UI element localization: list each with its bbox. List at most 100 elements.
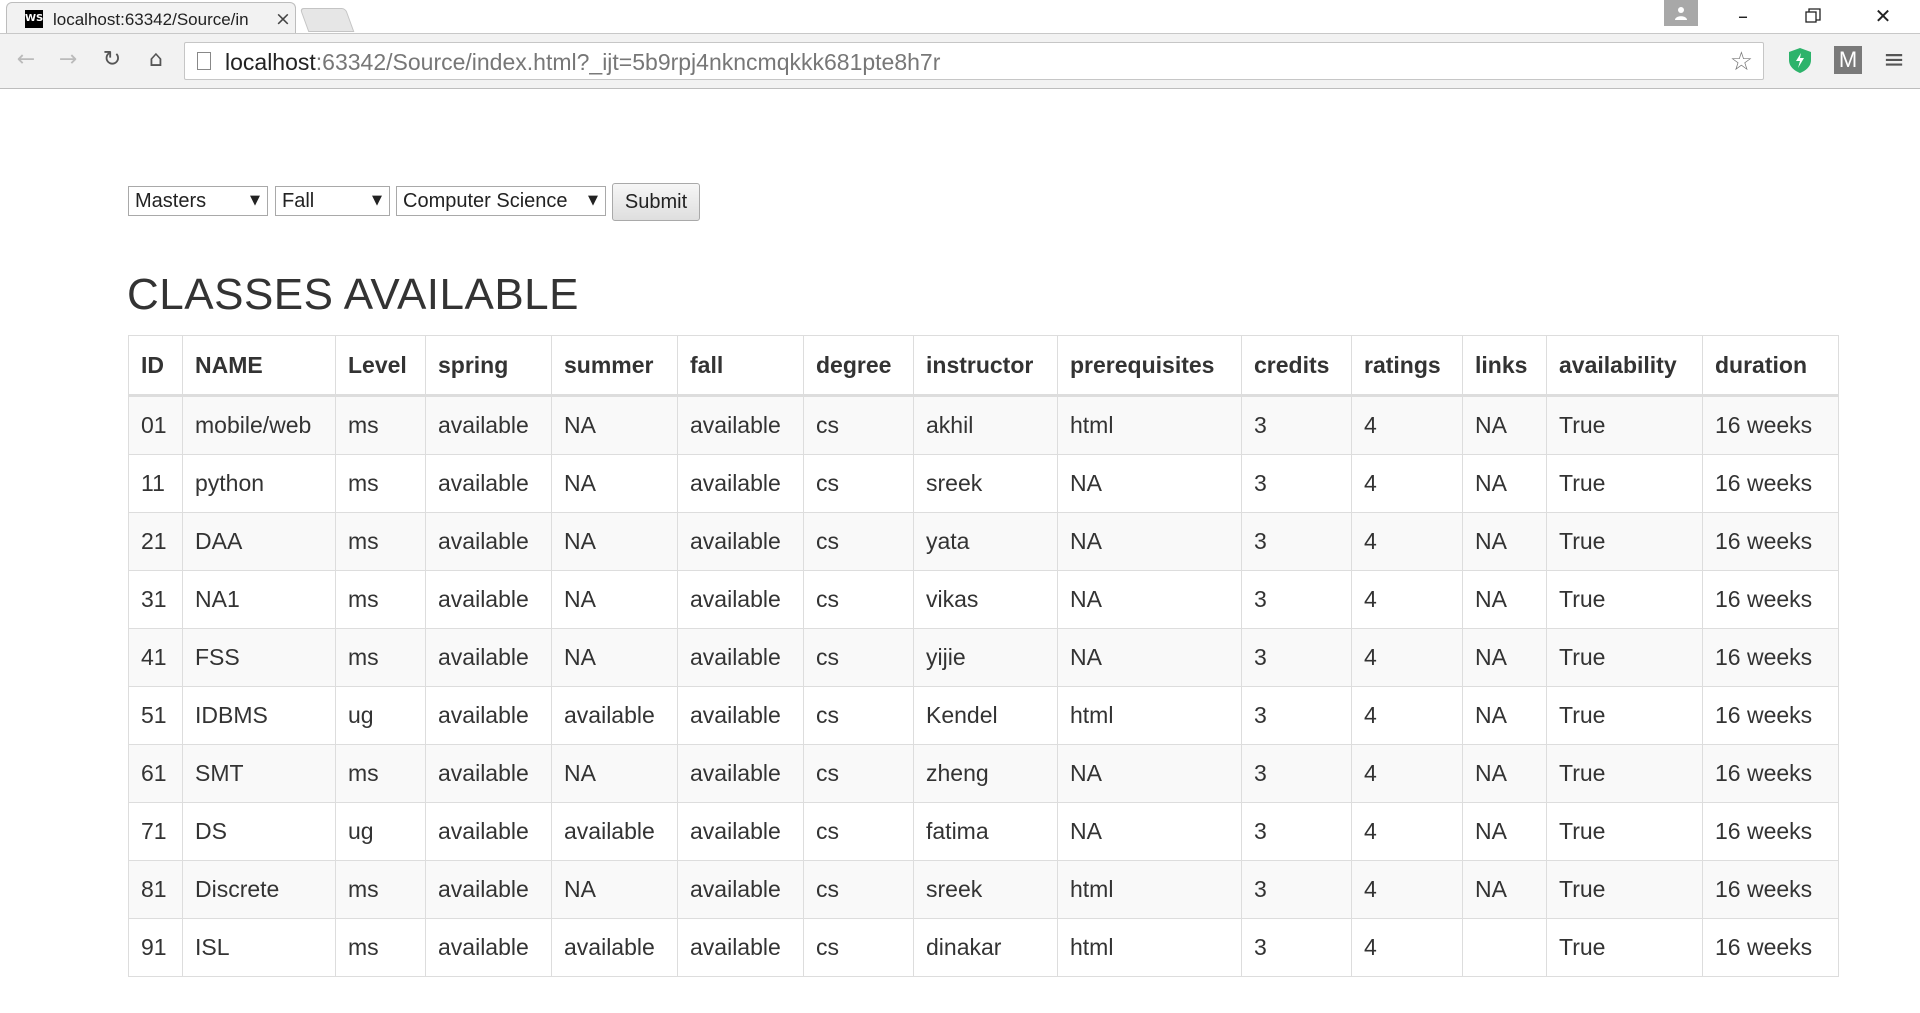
webstorm-favicon-icon: WS [25, 10, 43, 28]
chevron-down-icon: ▼ [588, 193, 598, 208]
home-icon[interactable]: ⌂ [140, 44, 172, 76]
table-cell-fall: available [677, 454, 804, 513]
tab-close-icon[interactable]: × [275, 8, 291, 30]
table-row: 11 python ms available NA available cs sreek NA 3… [128, 454, 1839, 513]
table-cell-fall: available [677, 512, 804, 571]
table-cell-name: IDBMS [182, 686, 336, 745]
table-cell-id: 01 [128, 395, 183, 455]
table-body: 01 mobile/web ms available NA available cs akhi… [128, 395, 1839, 977]
table-cell-summer: NA [551, 512, 678, 571]
table-cell-links [1462, 918, 1547, 977]
table-cell-availability: True [1546, 860, 1703, 919]
table-cell-credits: 3 [1241, 628, 1352, 687]
table-cell-degree: cs [803, 628, 914, 687]
table-row: 01 mobile/web ms available NA available cs akhi… [128, 395, 1839, 455]
restore-icon[interactable] [1790, 2, 1836, 30]
table-cell-fall: available [677, 395, 804, 455]
bookmark-star-icon[interactable]: ☆ [1730, 47, 1753, 77]
table-cell-credits: 3 [1241, 454, 1352, 513]
table-cell-id: 61 [128, 744, 183, 803]
table-cell-availability: True [1546, 395, 1703, 455]
close-window-icon[interactable]: ✕ [1860, 2, 1906, 30]
table-cell-duration: 16 weeks [1702, 570, 1839, 629]
table-cell-level: ug [335, 686, 426, 745]
table-cell-summer: NA [551, 395, 678, 455]
table-cell-links: NA [1462, 686, 1547, 745]
table-cell-prerequisites: html [1057, 918, 1242, 977]
table-cell-summer: NA [551, 860, 678, 919]
minimize-icon[interactable]: – [1720, 2, 1766, 30]
table-cell-duration: 16 weeks [1702, 512, 1839, 571]
table-cell-credits: 3 [1241, 802, 1352, 861]
table-row: 71 DS ug available available available cs fatim… [128, 802, 1839, 861]
table-cell-level: ms [335, 744, 426, 803]
tab-title: localhost:63342/Source/in [53, 10, 249, 29]
term-select[interactable]: Fall ▼ [275, 186, 390, 216]
table-row: 21 DAA ms available NA available cs yata NA 3 4 NA T… [128, 512, 1839, 571]
table-cell-ratings: 4 [1351, 454, 1463, 513]
submit-button[interactable]: Submit [612, 183, 700, 221]
table-cell-instructor: vikas [913, 570, 1058, 629]
chevron-down-icon: ▼ [250, 193, 260, 208]
table-cell-spring: available [425, 686, 552, 745]
reload-icon[interactable]: ↻ [96, 44, 128, 76]
department-select[interactable]: Computer Science ▼ [396, 186, 606, 216]
address-bar[interactable]: localhost:63342/Source/index.html?_ijt=5… [184, 42, 1764, 80]
column-header-id: ID [128, 335, 183, 397]
table-cell-ratings: 4 [1351, 570, 1463, 629]
table-cell-instructor: akhil [913, 395, 1058, 455]
classes-table-container: ID NAME Level spring summer fall degree instruc… [128, 335, 1839, 977]
table-cell-links: NA [1462, 744, 1547, 803]
shield-extension-icon[interactable] [1786, 46, 1814, 74]
table-cell-instructor: sreek [913, 454, 1058, 513]
table-cell-duration: 16 weeks [1702, 918, 1839, 977]
table-cell-fall: available [677, 918, 804, 977]
url-text: localhost:63342/Source/index.html?_ijt=5… [225, 49, 941, 75]
page-title: CLASSES AVAILABLE [127, 270, 580, 319]
menu-icon[interactable]: ≡ [1878, 44, 1910, 76]
table-cell-level: ug [335, 802, 426, 861]
table-cell-links: NA [1462, 570, 1547, 629]
table-cell-prerequisites: NA [1057, 454, 1242, 513]
table-cell-credits: 3 [1241, 744, 1352, 803]
table-row: 91 ISL ms available available available cs dina… [128, 918, 1839, 977]
table-cell-duration: 16 weeks [1702, 454, 1839, 513]
column-header-summer: summer [551, 335, 678, 397]
table-cell-ratings: 4 [1351, 860, 1463, 919]
browser-toolbar: ← → ↻ ⌂ localhost:63342/Source/index.htm… [0, 34, 1920, 89]
table-cell-links: NA [1462, 512, 1547, 571]
table-cell-credits: 3 [1241, 860, 1352, 919]
table-cell-degree: cs [803, 395, 914, 455]
back-icon[interactable]: ← [10, 44, 42, 76]
forward-icon[interactable]: → [52, 44, 84, 76]
column-header-duration: duration [1702, 335, 1839, 397]
new-tab-button[interactable] [299, 8, 355, 32]
term-select-value: Fall [282, 190, 315, 212]
chevron-down-icon: ▼ [372, 193, 382, 208]
table-cell-spring: available [425, 918, 552, 977]
table-cell-credits: 3 [1241, 512, 1352, 571]
browser-tab[interactable]: WS localhost:63342/Source/in × [6, 2, 296, 33]
table-cell-links: NA [1462, 454, 1547, 513]
page-icon [197, 52, 211, 70]
table-cell-prerequisites: NA [1057, 744, 1242, 803]
table-cell-ratings: 4 [1351, 395, 1463, 455]
table-cell-name: DAA [182, 512, 336, 571]
table-cell-prerequisites: NA [1057, 802, 1242, 861]
table-cell-fall: available [677, 802, 804, 861]
department-select-value: Computer Science [403, 190, 568, 212]
table-cell-level: ms [335, 512, 426, 571]
table-cell-spring: available [425, 395, 552, 455]
table-cell-degree: cs [803, 860, 914, 919]
table-cell-id: 21 [128, 512, 183, 571]
table-cell-ratings: 4 [1351, 744, 1463, 803]
table-cell-degree: cs [803, 570, 914, 629]
table-cell-id: 91 [128, 918, 183, 977]
table-cell-level: ms [335, 628, 426, 687]
table-cell-instructor: zheng [913, 744, 1058, 803]
profile-icon[interactable] [1664, 0, 1698, 26]
level-select[interactable]: Masters ▼ [128, 186, 268, 216]
table-cell-duration: 16 weeks [1702, 395, 1839, 455]
m-extension-icon[interactable]: M [1834, 46, 1862, 74]
table-row: 41 FSS ms available NA available cs yijie NA 3 4 NA… [128, 628, 1839, 687]
